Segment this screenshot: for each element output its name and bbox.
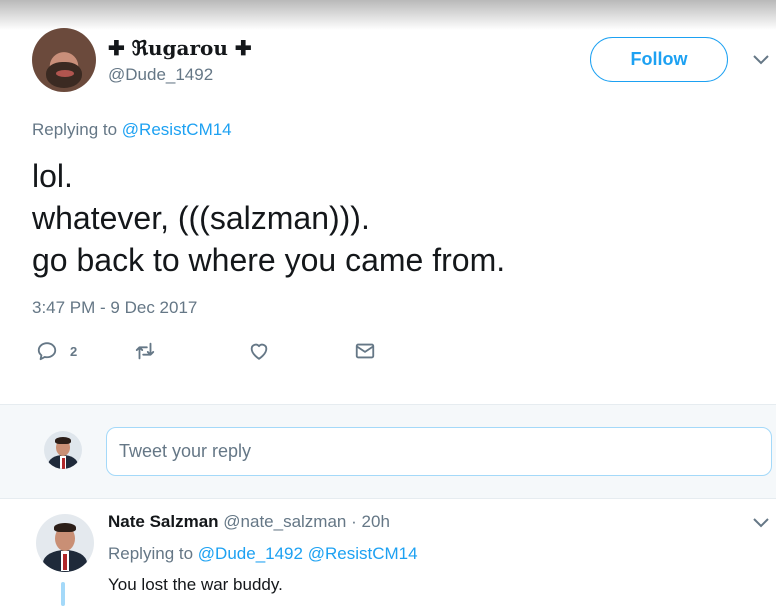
message-action[interactable]	[354, 340, 376, 362]
replying-to-prefix: Replying to	[32, 120, 118, 139]
author-handle[interactable]: @Dude_1492	[108, 65, 213, 85]
follow-button[interactable]: Follow	[590, 37, 728, 82]
tweet-timestamp[interactable]: 3:47 PM - 9 Dec 2017	[32, 298, 197, 318]
tweet-text-line: lol.	[32, 158, 73, 194]
avatar-tie	[63, 554, 67, 570]
tweet-text-line: whatever, (((salzman))).	[32, 200, 370, 236]
reply-author-name[interactable]: Nate Salzman	[108, 512, 219, 531]
avatar-hair	[54, 523, 76, 532]
reply-replying-to-line: Replying to @Dude_1492 @ResistCM14	[108, 544, 418, 564]
chevron-down-icon[interactable]	[752, 517, 770, 529]
avatar-tie	[62, 458, 65, 469]
reply-action[interactable]: 2	[36, 340, 77, 362]
reply-header: Nate Salzman @nate_salzman · 20h	[108, 512, 390, 532]
reply-text: You lost the war buddy.	[108, 575, 283, 594]
main-tweet: ✚ ℜugarou ✚ @Dude_1492 Follow Replying t…	[0, 0, 776, 402]
thread-line	[61, 582, 65, 606]
reply-icon	[37, 342, 57, 361]
replying-to-link[interactable]: @Dude_1492	[198, 544, 303, 563]
avatar-lips	[56, 70, 74, 77]
retweet-icon	[135, 342, 155, 360]
current-user-avatar[interactable]	[44, 431, 82, 469]
replying-to-link[interactable]: @ResistCM14	[122, 120, 232, 139]
author-avatar[interactable]	[32, 28, 96, 92]
author-display-name[interactable]: ✚ ℜugarou ✚	[108, 36, 252, 60]
reply-tweet: Nate Salzman @nate_salzman · 20h Replyin…	[0, 500, 776, 606]
reply-count: 2	[70, 343, 78, 359]
reply-compose-area	[0, 404, 776, 499]
reply-time[interactable]: 20h	[362, 512, 390, 531]
tweet-text-line: go back to where you came from.	[32, 242, 506, 278]
avatar-hair	[55, 437, 71, 444]
replying-to-link[interactable]: @ResistCM14	[308, 544, 418, 563]
tweet-text: lol. whatever, (((salzman))). go back to…	[32, 155, 505, 281]
like-icon	[250, 343, 268, 360]
replying-to-line: Replying to @ResistCM14	[32, 120, 232, 140]
reply-author-avatar[interactable]	[36, 514, 94, 572]
reply-separator: ·	[351, 512, 357, 531]
retweet-action[interactable]	[134, 340, 156, 362]
message-icon	[355, 343, 375, 359]
reply-author-handle[interactable]: @nate_salzman	[223, 512, 346, 531]
like-action[interactable]	[248, 340, 270, 362]
reply-input[interactable]	[106, 427, 772, 476]
replying-to-prefix: Replying to	[108, 544, 194, 563]
chevron-down-icon[interactable]	[752, 54, 770, 66]
